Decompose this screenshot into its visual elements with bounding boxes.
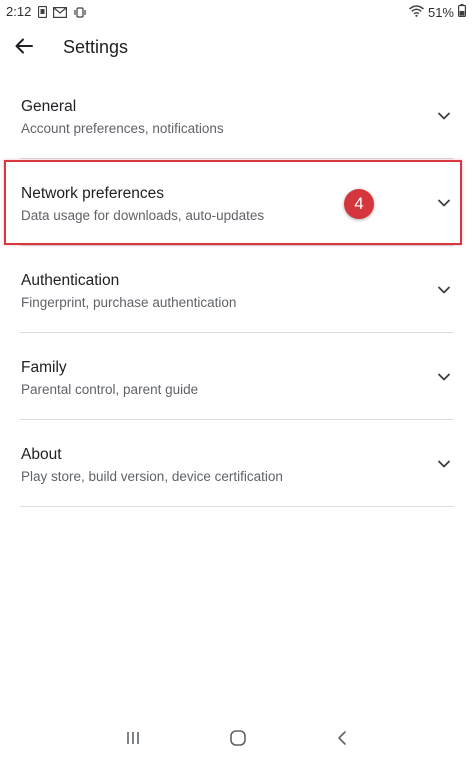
settings-item-subtitle: Data usage for downloads, auto-updates: [21, 208, 265, 223]
settings-item-family[interactable]: Family Parental control, parent guide: [0, 333, 474, 420]
settings-item-subtitle: Account preferences, notifications: [21, 121, 224, 136]
status-time: 2:12: [6, 4, 32, 19]
notification-icon: [37, 5, 48, 23]
step-badge: 4: [344, 189, 374, 219]
settings-item-network-preferences[interactable]: Network preferences Data usage for downl…: [0, 159, 474, 246]
settings-item-subtitle: Play store, build version, device certif…: [21, 469, 283, 484]
battery-icon: [458, 4, 467, 20]
chevron-down-icon[interactable]: [436, 456, 452, 472]
settings-item-title: Family: [21, 359, 67, 376]
recent-apps-icon: [125, 730, 141, 751]
wifi-icon: [409, 4, 424, 20]
divider: [20, 506, 454, 507]
back-nav-button[interactable]: [330, 728, 354, 752]
chevron-down-icon[interactable]: [436, 195, 452, 211]
chevron-down-icon[interactable]: [436, 108, 452, 124]
chevron-down-icon[interactable]: [436, 282, 452, 298]
page-title: Settings: [63, 37, 129, 57]
settings-item-subtitle: Parental control, parent guide: [21, 382, 199, 397]
battery-percent: 51%: [427, 4, 454, 20]
back-button[interactable]: [10, 34, 38, 62]
app-bar: Settings: [0, 24, 474, 72]
mail-icon: [53, 5, 68, 23]
recent-apps-button[interactable]: [121, 728, 145, 752]
settings-item-title: About: [21, 446, 62, 463]
settings-item-title: General: [21, 98, 77, 115]
status-bar: 2:12 51%: [0, 0, 474, 24]
home-button[interactable]: [226, 728, 250, 752]
settings-item-title: Authentication: [21, 272, 120, 289]
chevron-down-icon[interactable]: [436, 369, 452, 385]
settings-item-about[interactable]: About Play store, build version, device …: [0, 420, 474, 507]
settings-list: General Account preferences, notificatio…: [0, 72, 474, 507]
settings-item-general[interactable]: General Account preferences, notificatio…: [0, 72, 474, 159]
settings-item-subtitle: Fingerprint, purchase authentication: [21, 295, 237, 310]
settings-item-authentication[interactable]: Authentication Fingerprint, purchase aut…: [0, 246, 474, 333]
arrow-back-icon: [15, 37, 33, 60]
home-icon: [229, 729, 247, 752]
settings-item-title: Network preferences: [21, 185, 165, 202]
nav-bar: [0, 718, 474, 762]
vibrate-icon: [73, 5, 87, 23]
back-nav-icon: [335, 730, 349, 751]
